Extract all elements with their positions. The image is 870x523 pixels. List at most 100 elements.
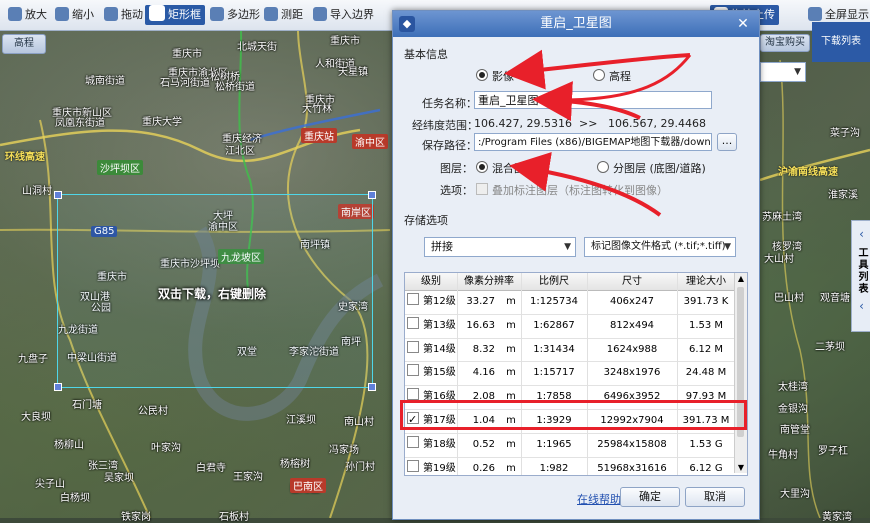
table-scrollbar[interactable]: ▲ ▼ (734, 273, 747, 473)
checkbox-icon[interactable] (407, 340, 419, 353)
level-cell[interactable]: 第13级 (407, 315, 457, 337)
cancel-button[interactable]: 取消 (685, 487, 745, 507)
chevron-left-icon[interactable]: ‹ (852, 299, 870, 313)
selection-handle[interactable] (368, 191, 376, 199)
checkbox-icon[interactable] (407, 459, 419, 472)
tool-list-panel[interactable]: ‹ 工具列表 ‹ (851, 220, 870, 332)
elevation-chip[interactable]: 高程 (2, 34, 46, 54)
storage-mode-select[interactable]: 拼接 ▼ (424, 237, 576, 257)
map-place-label: 九盘子 (18, 354, 48, 365)
chevron-up-icon[interactable]: ▲ (735, 274, 747, 283)
map-place-label: 金银沟 (778, 404, 808, 415)
close-icon[interactable]: ✕ (733, 14, 753, 34)
scale-cell: 1:982 (539, 462, 569, 474)
map-place-label: 山洞村 (22, 186, 52, 197)
level-cell[interactable]: 第15级 (407, 362, 457, 384)
map-source-select[interactable]: ▼ (760, 62, 806, 82)
map-place-label: 吴家坝 (104, 473, 134, 484)
unit-cell: m (506, 367, 516, 379)
import-boundary-button[interactable]: 导入边界 (313, 5, 374, 25)
selection-handle[interactable] (368, 383, 376, 391)
checkbox-icon[interactable] (407, 364, 419, 377)
taobao-buy-button[interactable]: 淘宝购买 (760, 34, 810, 52)
checkbox-icon[interactable] (407, 388, 419, 401)
theory-size-cell: 6.12 M (688, 343, 724, 355)
theory-size-cell: 1.53 M (688, 319, 724, 331)
radio-dot-icon (593, 69, 605, 81)
radio-layered[interactable]: 分图层 (底图/道路) (597, 160, 706, 176)
column-divider (521, 273, 522, 475)
download-list-button[interactable]: 下载列表 (812, 22, 870, 62)
map-place-label: 铁家岗 (121, 512, 151, 523)
save-path-input[interactable]: :/Program Files (x86)/BIGEMAP地图下载器/downl… (474, 133, 712, 151)
scale-cell: 1:62867 (533, 319, 575, 331)
overlay-label-checkbox[interactable]: 叠加标注图层（标注图转化到图像） (476, 182, 668, 198)
ruler-icon (264, 7, 278, 21)
scale-cell: 1:125734 (530, 296, 578, 307)
map-place-label: 大山村 (764, 254, 794, 265)
theory-size-cell: 6.12 G (689, 462, 723, 474)
checkbox-icon[interactable] (407, 316, 419, 329)
lonlat-label: 经纬度范围： (412, 119, 478, 132)
level-cell[interactable]: 第19级 (407, 458, 457, 475)
selection-handle[interactable] (54, 191, 62, 199)
chevron-down-icon: ▼ (564, 242, 571, 252)
radio-dot-icon (476, 161, 488, 173)
size-cell: 3248x1976 (603, 367, 661, 379)
chevron-left-icon[interactable]: ‹ (852, 227, 870, 241)
resolution-cell: 16.63 (466, 319, 495, 331)
level-cell[interactable]: 第18级 (407, 434, 457, 456)
polygon-tool-button[interactable]: 多边形 (210, 5, 260, 25)
scale-cell: 1:1965 (536, 438, 572, 450)
rectangle-tool-button[interactable]: 矩形框 (145, 5, 205, 25)
level-cell[interactable]: 第12级 (407, 291, 457, 313)
lonlat-separator: >> (579, 117, 598, 130)
ok-button[interactable]: 确定 (620, 487, 680, 507)
dialog-title: 重启_卫星图 (540, 16, 612, 31)
level-cell[interactable]: 第14级 (407, 339, 457, 361)
measure-button[interactable]: 测距 (264, 5, 303, 25)
online-help-link[interactable]: 在线帮助 (577, 491, 621, 507)
zoom-level-table: 级别 像素分辨率 比例尺 尺寸 理论大小 第12级 33.27 m 1:125734 4… (404, 272, 748, 476)
pan-button[interactable]: 拖动 (104, 5, 143, 25)
browse-button[interactable]: ... (717, 133, 737, 151)
map-road-tag: 沙坪坝区 (97, 160, 143, 175)
map-place-label: 重庆市 (172, 49, 202, 60)
layer-label: 图层： (440, 162, 473, 175)
map-place-label: 巴山村 (774, 293, 804, 304)
scale-cell: 1:31434 (533, 343, 575, 355)
resolution-cell: 0.52 (472, 438, 495, 450)
selection-handle[interactable] (54, 383, 62, 391)
zoom-in-button[interactable]: 放大 (8, 5, 47, 25)
chevron-down-icon[interactable]: ▼ (735, 463, 747, 472)
map-road-tag: 环线高速 (5, 152, 45, 163)
col-level: 级别 (421, 276, 441, 287)
map-place-label: 南山村 (344, 417, 374, 428)
checkbox-icon[interactable] (407, 435, 419, 448)
map-place-label: 白君寺 (196, 463, 226, 474)
theory-size-cell: 1.53 G (689, 438, 723, 450)
task-name-input[interactable]: 重启_卫星图 (474, 91, 712, 109)
map-place-label: 北城天街 (237, 42, 277, 53)
unit-cell: m (506, 462, 516, 474)
size-cell: 812x494 (609, 319, 655, 331)
map-road-tag: 巴南区 (290, 478, 326, 493)
radio-imagery[interactable]: 影像 (476, 68, 514, 84)
unit-cell: m (506, 438, 516, 450)
zoom-out-button[interactable]: 缩小 (55, 5, 94, 25)
hand-icon (104, 7, 118, 21)
dialog-titlebar[interactable]: ◆ 重启_卫星图 ✕ (393, 11, 759, 37)
rectangle-icon (149, 5, 165, 21)
basic-info-label: 基本信息 (404, 48, 448, 61)
resolution-cell: 0.26 (472, 462, 495, 474)
checkbox-icon[interactable] (407, 293, 419, 305)
map-place-label: 王家沟 (233, 472, 263, 483)
checkbox-icon (476, 183, 488, 195)
fullscreen-icon (808, 7, 822, 21)
radio-dot-icon (476, 69, 488, 81)
radio-elevation[interactable]: 高程 (593, 68, 631, 84)
map-place-label: 二茅坝 (815, 342, 845, 353)
radio-hybrid[interactable]: 混合图 (476, 160, 525, 176)
file-format-select[interactable]: 标记图像文件格式 (*.tif;*.tiff) ▼ (584, 237, 736, 257)
map-place-label: 黄家湾 (822, 512, 852, 523)
